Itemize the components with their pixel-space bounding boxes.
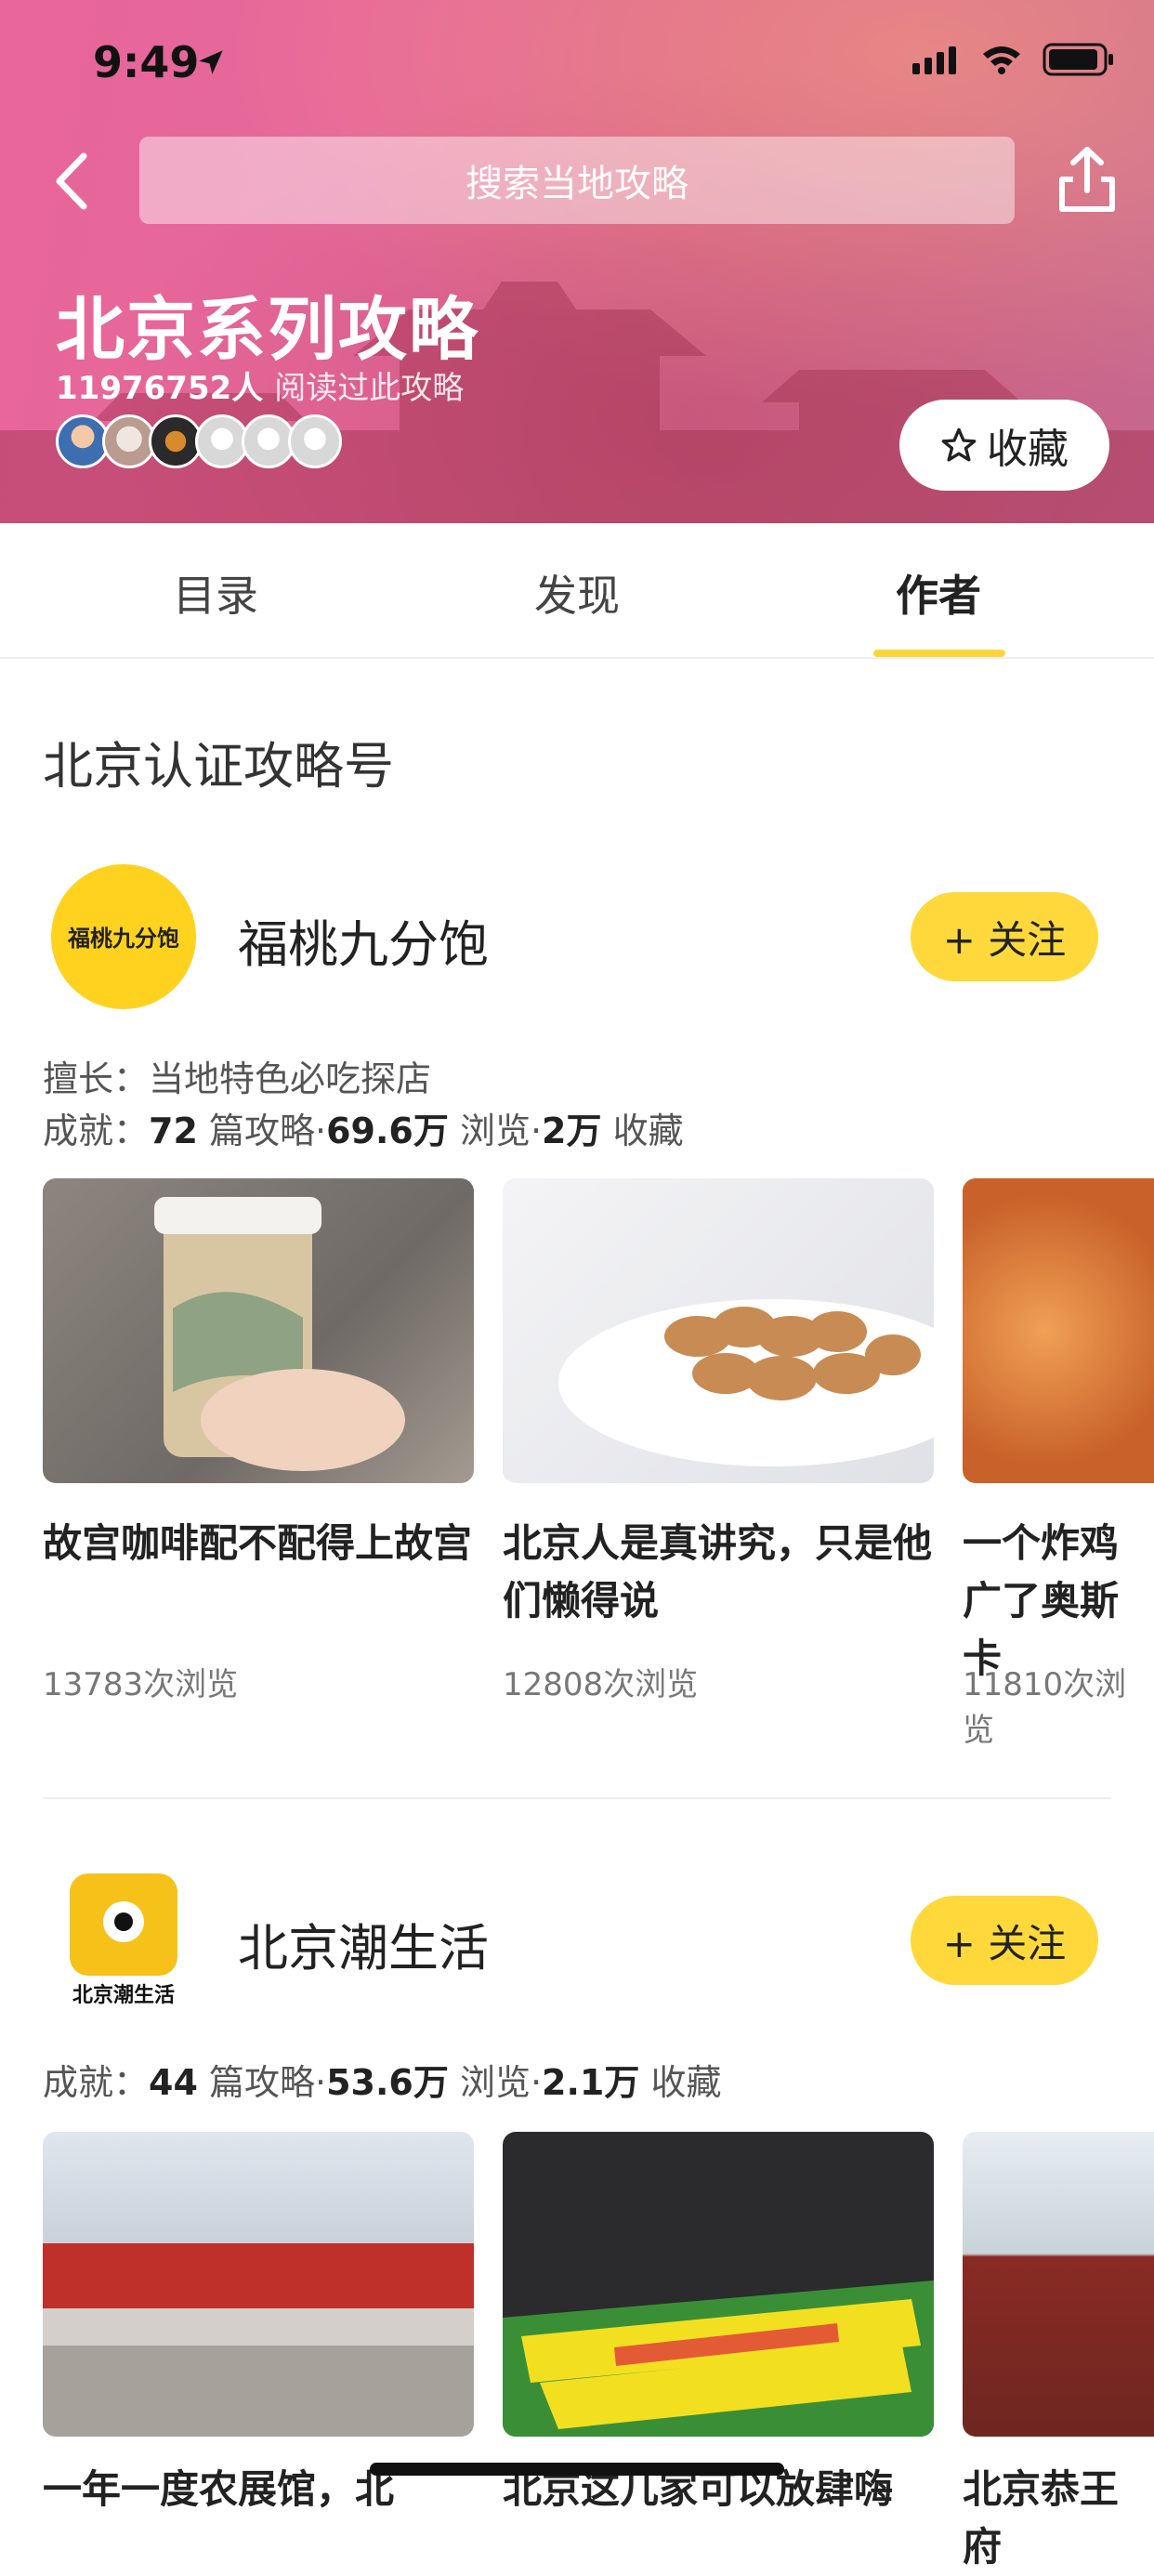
views-count: 53.6万 xyxy=(326,2062,449,2103)
battery-icon xyxy=(1043,43,1113,76)
location-arrow-icon xyxy=(195,46,227,82)
follow-label: + 关注 xyxy=(942,916,1067,963)
guides-unit: 篇攻略· xyxy=(209,2062,327,2103)
favorite-label: 收藏 xyxy=(987,426,1069,473)
article-views: 12808次浏览 xyxy=(503,1666,699,1703)
favs-count: 2.1万 xyxy=(542,2062,640,2103)
views-unit: 浏览· xyxy=(459,1111,543,1151)
article-views: 13783次浏览 xyxy=(43,1666,239,1703)
signal-icon xyxy=(912,46,956,74)
follow-label: + 关注 xyxy=(942,1920,1067,1966)
guides-count: 44 xyxy=(149,2062,198,2103)
author-achievements: 成就：44 篇攻略·53.6万 浏览·2.1万 收藏 xyxy=(43,2054,721,2105)
specialty-value: 当地特色必吃探店 xyxy=(149,1058,432,1099)
article-title[interactable]: 北京人是真讲究，只是他们懒得说 xyxy=(503,1515,939,1630)
article-title[interactable]: 故宫咖啡配不配得上故宫 xyxy=(43,1515,479,1572)
views-count: 69.6万 xyxy=(326,1111,449,1151)
tab-catalog[interactable]: 目录 xyxy=(76,562,355,624)
article-image[interactable] xyxy=(503,1178,934,1483)
article-views: 11810次浏览 xyxy=(963,1666,1127,1749)
wifi-icon xyxy=(983,46,1020,74)
search-placeholder: 搜索当地攻略 xyxy=(466,163,688,205)
reader-avatars xyxy=(56,414,342,468)
read-count: 11976752人 xyxy=(56,370,264,407)
achievement-label: 成就： xyxy=(43,2062,150,2103)
article-image[interactable] xyxy=(963,1178,1154,1483)
article-image[interactable] xyxy=(43,1178,474,1483)
article-title[interactable]: 北京恭王府 xyxy=(963,2461,1154,2576)
read-count-line: 11976752人 阅读过此攻略 xyxy=(56,362,464,408)
search-input[interactable]: 搜索当地攻略 xyxy=(139,137,1015,224)
article-image[interactable] xyxy=(43,2132,474,2437)
guides-unit: 篇攻略· xyxy=(209,1111,327,1151)
article-image[interactable] xyxy=(503,2132,934,2437)
tab-bar: 目录 发现 作者 xyxy=(0,523,1154,659)
tab-author[interactable]: 作者 xyxy=(799,562,1078,624)
status-time: 9:49 xyxy=(93,37,200,87)
author-name[interactable]: 北京潮生活 xyxy=(238,1907,489,1980)
page-title: 北京系列攻略 xyxy=(56,290,479,370)
header-banner: 9:49 搜索当地攻略 北京系列攻略 11976752人 阅读过此攻略 收藏 xyxy=(0,0,1154,523)
author-logo-art: 福桃九分饱 xyxy=(67,926,179,952)
favs-unit: 收藏 xyxy=(650,2062,722,2103)
author-specialty: 擅长：当地特色必吃探店 xyxy=(43,1050,431,1101)
avatar xyxy=(288,414,342,468)
active-tab-indicator xyxy=(873,650,1005,657)
favs-count: 2万 xyxy=(542,1111,602,1151)
achievement-label: 成就： xyxy=(43,1111,150,1151)
favs-unit: 收藏 xyxy=(612,1111,684,1151)
views-unit: 浏览· xyxy=(459,2062,543,2103)
specialty-label: 擅长： xyxy=(43,1058,150,1099)
author-name[interactable]: 福桃九分饱 xyxy=(238,903,489,977)
section-title: 北京认证攻略号 xyxy=(43,737,394,795)
chevron-left-icon xyxy=(56,152,87,210)
author-logo-art: 北京潮生活 xyxy=(70,1873,177,2007)
star-icon xyxy=(941,427,977,462)
read-label: 阅读过此攻略 xyxy=(274,370,465,407)
share-icon xyxy=(1059,147,1115,212)
favorite-button[interactable]: 收藏 xyxy=(899,400,1109,491)
logo-text: 福桃九分饱 xyxy=(67,926,179,952)
author-logo[interactable]: 福桃九分饱 xyxy=(51,864,196,1009)
logo-text: 北京潮生活 xyxy=(72,1983,175,2007)
author-logo[interactable]: 北京潮生活 xyxy=(51,1866,196,2011)
back-button[interactable] xyxy=(46,149,102,214)
status-icons xyxy=(912,43,1115,76)
article-image[interactable] xyxy=(963,2132,1154,2437)
author-achievements: 成就：72 篇攻略·69.6万 浏览·2万 收藏 xyxy=(43,1102,684,1153)
follow-button[interactable]: + 关注 xyxy=(911,892,1098,981)
tab-discover[interactable]: 发现 xyxy=(438,562,716,624)
guides-count: 72 xyxy=(149,1111,198,1151)
follow-button[interactable]: + 关注 xyxy=(911,1896,1098,1985)
home-indicator[interactable] xyxy=(370,2463,784,2476)
share-button[interactable] xyxy=(1055,144,1120,214)
section-divider xyxy=(43,1797,1111,1799)
